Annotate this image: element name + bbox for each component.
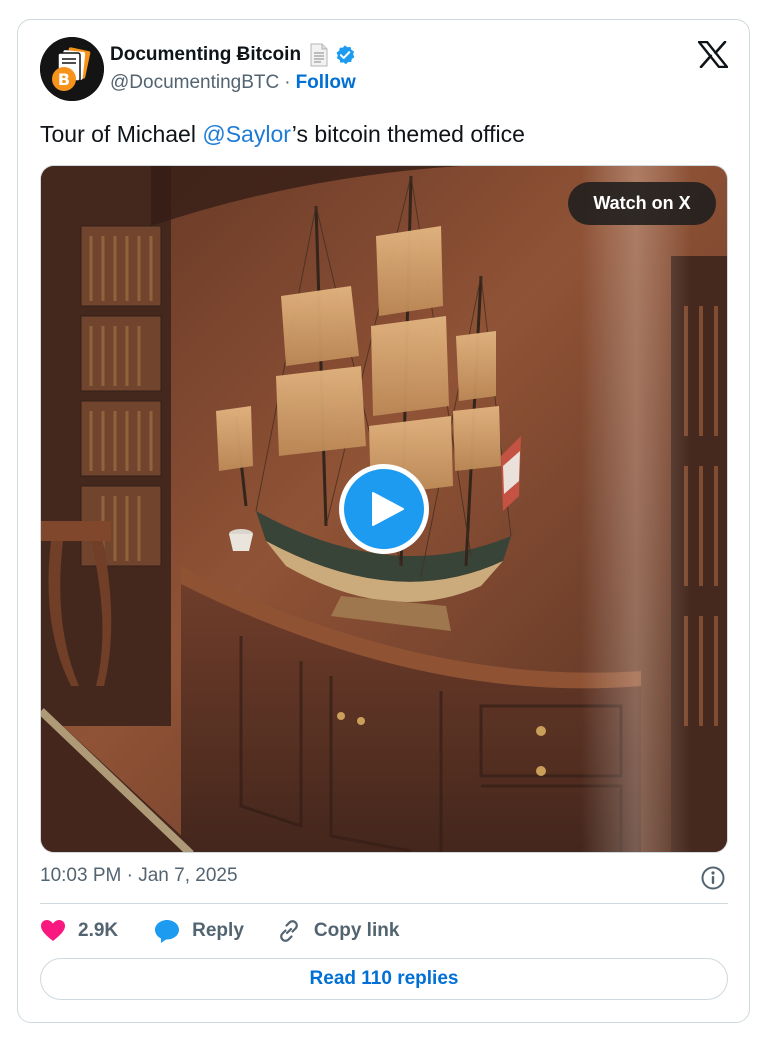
author-handle[interactable]: @DocumentingBTC: [110, 72, 279, 94]
reply-label: Reply: [192, 920, 244, 941]
like-button[interactable]: 2.9K: [40, 918, 118, 944]
play-button-circle: [344, 469, 424, 549]
separator-dot: ·: [284, 72, 291, 93]
tweet-card: B Documenting Ƀitcoin @DocumentingBTC · …: [17, 19, 750, 1023]
author-display-name[interactable]: Documenting Ƀitcoin: [110, 44, 301, 66]
divider: [40, 903, 728, 904]
reply-bubble-icon: [155, 920, 180, 943]
tweet-text-end: ’s bitcoin themed office: [291, 121, 525, 147]
follow-button[interactable]: Follow: [296, 72, 356, 94]
copy-link-label: Copy link: [313, 920, 400, 941]
info-icon[interactable]: [700, 865, 726, 891]
author-avatar[interactable]: B: [40, 37, 104, 101]
mention-link[interactable]: @Saylor: [202, 121, 291, 147]
like-count: 2.9K: [78, 920, 119, 941]
video-media[interactable]: Watch on X: [40, 165, 728, 853]
play-button[interactable]: [339, 464, 429, 554]
heart-icon: [41, 920, 65, 941]
bitcoin-document-avatar-icon: B: [40, 37, 104, 101]
document-emoji-icon: [310, 43, 328, 67]
tweet-timestamp[interactable]: 10:03 PM · Jan 7, 2025: [40, 865, 238, 887]
verified-badge-icon: [336, 45, 355, 65]
tweet-text-start: Tour of Michael: [40, 121, 203, 147]
svg-text:B: B: [58, 70, 70, 89]
link-icon: [280, 920, 298, 942]
read-replies-button[interactable]: Read 110 replies: [40, 958, 728, 1000]
copy-link-button[interactable]: Copy link: [276, 918, 400, 944]
reply-button[interactable]: Reply: [154, 918, 244, 944]
watch-on-x-button[interactable]: Watch on X: [568, 182, 716, 225]
x-logo-icon[interactable]: [698, 41, 728, 68]
play-icon: [372, 492, 404, 526]
author-name-row: Documenting Ƀitcoin: [110, 42, 356, 68]
tweet-text: Tour of Michael @Saylor’s bitcoin themed…: [40, 119, 525, 149]
author-handle-row: @DocumentingBTC · Follow: [110, 70, 356, 96]
action-bar: 2.9K Reply Copy link: [40, 916, 399, 946]
